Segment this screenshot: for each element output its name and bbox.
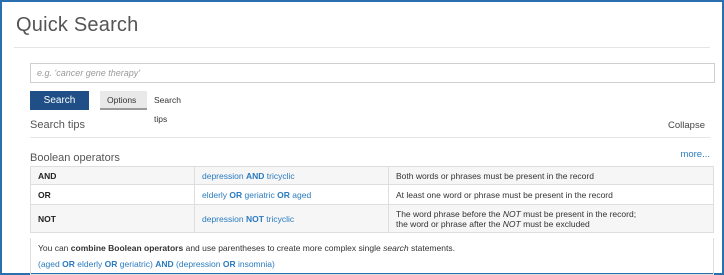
example-link[interactable]: depression AND tricyclic [202, 171, 295, 181]
note-text: You can combine Boolean operators and us… [38, 243, 455, 253]
example-link[interactable]: depression NOT tricyclic [202, 214, 294, 224]
tab-search-tips[interactable]: Search tips [147, 91, 202, 124]
boolean-operators-table: AND depression AND tricyclic Both words … [30, 166, 714, 233]
description-cell: The word phrase before the NOT must be p… [388, 204, 714, 233]
title-divider [14, 47, 710, 48]
operator-cell: NOT [30, 204, 195, 233]
quick-search-panel: Quick Search Search Options Search tips … [0, 0, 724, 275]
page-title: Quick Search [16, 14, 139, 36]
table-row: OR elderly OR geriatric OR aged At least… [30, 184, 714, 205]
more-link[interactable]: more... [680, 149, 710, 160]
collapse-link[interactable]: Collapse [668, 120, 705, 131]
operator-cell: AND [30, 166, 195, 185]
example-cell: depression NOT tricyclic [194, 204, 389, 233]
search-input[interactable] [30, 63, 715, 83]
description-cell: Both words or phrases must be present in… [388, 166, 714, 185]
table-row: NOT depression NOT tricyclic The word ph… [30, 204, 714, 233]
boolean-operators-heading: Boolean operators [30, 152, 120, 164]
search-tips-heading: Search tips [30, 119, 86, 131]
search-button[interactable]: Search [30, 91, 89, 110]
example-query-link[interactable]: (aged OR elderly OR geriatric) AND (depr… [38, 259, 706, 270]
tab-options[interactable]: Options [100, 91, 147, 110]
boolean-note: You can combine Boolean operators and us… [30, 238, 714, 275]
example-cell: depression AND tricyclic [194, 166, 389, 185]
operator-cell: OR [30, 184, 195, 205]
table-row: AND depression AND tricyclic Both words … [30, 166, 714, 185]
example-cell: elderly OR geriatric OR aged [194, 184, 389, 205]
description-cell: At least one word or phrase must be pres… [388, 184, 714, 205]
tips-divider [30, 137, 710, 138]
example-link[interactable]: elderly OR geriatric OR aged [202, 190, 311, 200]
